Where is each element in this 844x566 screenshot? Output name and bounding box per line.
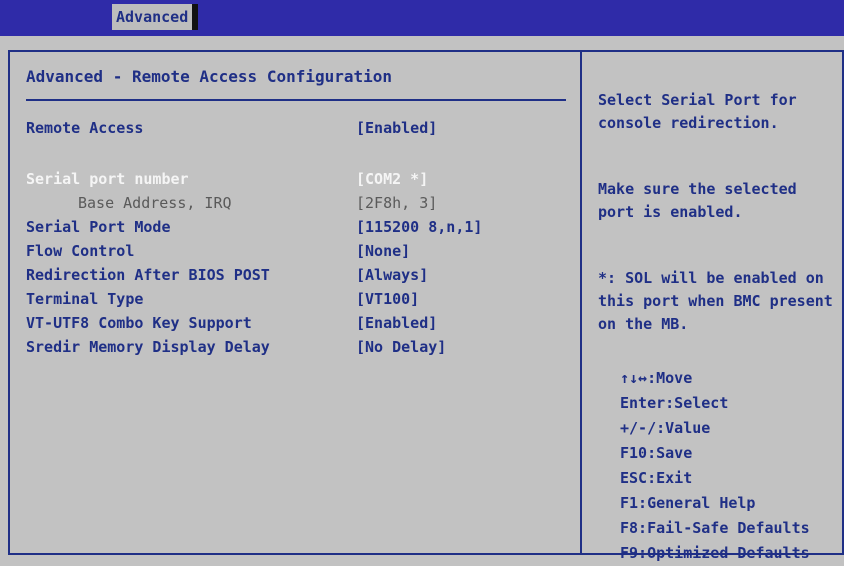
setting-label: Serial Port Mode bbox=[26, 218, 171, 236]
setting-value[interactable]: [COM2 *] bbox=[356, 170, 428, 188]
top-menu-bar: Advanced bbox=[0, 0, 844, 36]
setting-serial-port-number[interactable]: Serial port number [COM2 *] bbox=[26, 170, 428, 188]
key-optimized: F9:Optimized Defaults bbox=[620, 544, 810, 562]
setting-value[interactable]: [VT100] bbox=[356, 290, 419, 308]
setting-sredir-memory-delay[interactable]: Sredir Memory Display Delay [No Delay] bbox=[26, 338, 446, 356]
setting-value[interactable]: [115200 8,n,1] bbox=[356, 218, 482, 236]
help-text-3: *: SOL will be enabled on this port when… bbox=[598, 269, 833, 333]
help-text-1: Select Serial Port for console redirecti… bbox=[598, 91, 797, 132]
setting-label: Base Address, IRQ bbox=[78, 194, 232, 212]
setting-value[interactable]: [Always] bbox=[356, 266, 428, 284]
setting-value[interactable]: [None] bbox=[356, 242, 410, 260]
setting-value[interactable]: [No Delay] bbox=[356, 338, 446, 356]
tab-advanced[interactable]: Advanced bbox=[112, 4, 193, 30]
setting-label: Flow Control bbox=[26, 242, 135, 260]
setting-label: VT-UTF8 Combo Key Support bbox=[26, 314, 252, 332]
key-help: F1:General Help bbox=[620, 494, 756, 512]
setting-serial-port-mode[interactable]: Serial Port Mode [115200 8,n,1] bbox=[26, 218, 482, 236]
setting-label: Serial port number bbox=[26, 170, 189, 188]
setting-vt-utf8-combo-key[interactable]: VT-UTF8 Combo Key Support [Enabled] bbox=[26, 314, 437, 332]
setting-remote-access[interactable]: Remote Access [Enabled] bbox=[26, 119, 437, 137]
setting-label: Terminal Type bbox=[26, 290, 144, 308]
key-failsafe: F8:Fail-Safe Defaults bbox=[620, 519, 810, 537]
key-enter: Enter:Select bbox=[620, 394, 729, 412]
help-panel: Select Serial Port for console redirecti… bbox=[598, 66, 838, 359]
help-divider bbox=[580, 50, 582, 555]
setting-flow-control[interactable]: Flow Control [None] bbox=[26, 242, 410, 260]
setting-redirection-after-post[interactable]: Redirection After BIOS POST [Always] bbox=[26, 266, 428, 284]
setting-value[interactable]: [Enabled] bbox=[356, 119, 437, 137]
setting-label: Redirection After BIOS POST bbox=[26, 266, 270, 284]
help-text-2: Make sure the selected port is enabled. bbox=[598, 180, 797, 221]
setting-base-address-irq: Base Address, IRQ [2F8h, 3] bbox=[26, 194, 437, 212]
page-title: Advanced - Remote Access Configuration bbox=[26, 67, 393, 86]
tab-shadow bbox=[192, 4, 198, 30]
setting-value: [2F8h, 3] bbox=[356, 194, 438, 212]
key-move: ↑↓↔:Move bbox=[620, 369, 693, 387]
title-divider bbox=[26, 99, 566, 101]
key-legend: ↑↓↔:Move Enter:Select +/-/:Value F10:Sav… bbox=[620, 366, 810, 566]
setting-label: Sredir Memory Display Delay bbox=[26, 338, 270, 356]
setting-value[interactable]: [Enabled] bbox=[356, 314, 437, 332]
setting-terminal-type[interactable]: Terminal Type [VT100] bbox=[26, 290, 419, 308]
key-save: F10:Save bbox=[620, 444, 693, 462]
setting-label: Remote Access bbox=[26, 119, 144, 137]
key-exit: ESC:Exit bbox=[620, 469, 693, 487]
key-value: +/-/:Value bbox=[620, 419, 711, 437]
